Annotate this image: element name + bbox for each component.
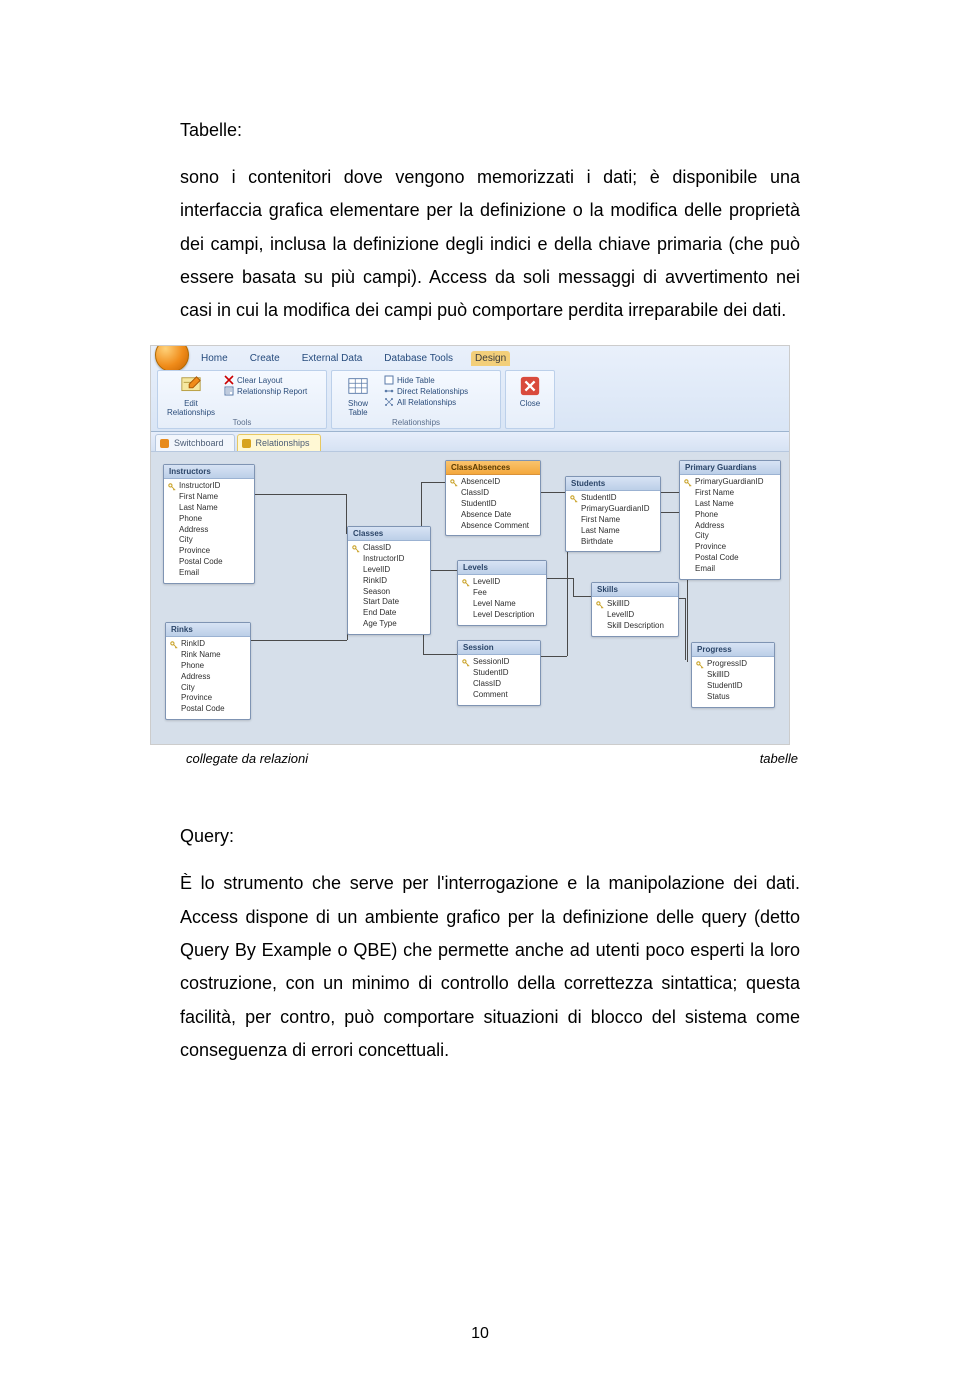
table-classabsences[interactable]: ClassAbsences AbsenceIDClassIDStudentIDA… xyxy=(445,460,541,536)
table-skills[interactable]: Skills SkillIDLevelIDSkill Description xyxy=(591,582,679,636)
doctab-relationships[interactable]: Relationships xyxy=(237,434,321,451)
section-query-title: Query: xyxy=(180,826,800,847)
ribbon-group-relationships-label: Relationships xyxy=(332,417,500,429)
relationship-report-icon xyxy=(224,386,234,396)
caption-collegate: collegate da relazioni xyxy=(180,751,308,766)
table-students-fields: StudentIDPrimaryGuardianIDFirst NameLast… xyxy=(566,491,660,551)
ribbon-tabs: Home Create External Data Database Tools… xyxy=(197,348,789,368)
ribbon-tab-home[interactable]: Home xyxy=(197,351,232,366)
document-tabs: Switchboard Relationships xyxy=(151,432,789,452)
table-rinks-title: Rinks xyxy=(166,623,250,637)
all-relationships-icon xyxy=(384,397,394,407)
table-progress[interactable]: Progress ProgressIDSkillIDStudentIDStatu… xyxy=(691,642,775,707)
ribbon-tab-database-tools[interactable]: Database Tools xyxy=(380,351,457,366)
table-levels[interactable]: Levels LevelIDFeeLevel NameLevel Descrip… xyxy=(457,560,547,625)
ribbon-tab-create[interactable]: Create xyxy=(246,351,284,366)
table-levels-title: Levels xyxy=(458,561,546,575)
clear-layout-icon xyxy=(224,375,234,385)
table-classes[interactable]: Classes ClassIDInstructorIDLevelIDRinkID… xyxy=(347,526,431,634)
ribbon-group-tools-label: Tools xyxy=(158,417,326,429)
table-rinks[interactable]: Rinks RinkIDRink NamePhoneAddressCityPro… xyxy=(165,622,251,720)
all-relationships-button[interactable]: All Relationships xyxy=(384,397,468,407)
office-button[interactable] xyxy=(155,345,189,372)
close-icon xyxy=(519,375,541,397)
ribbon-groups: Edit Relationships Clear Layout Relation… xyxy=(157,370,783,429)
table-students[interactable]: Students StudentIDPrimaryGuardianIDFirst… xyxy=(565,476,661,552)
all-relationships-label: All Relationships xyxy=(397,398,456,407)
paragraph-tabelle: sono i contenitori dove vengono memorizz… xyxy=(180,161,800,327)
show-table-label: Show Table xyxy=(338,399,378,417)
paragraph-query: È lo strumento che serve per l'interroga… xyxy=(180,867,800,1067)
doctab-switchboard[interactable]: Switchboard xyxy=(155,434,235,451)
relationship-report-label: Relationship Report xyxy=(237,387,307,396)
table-progress-title: Progress xyxy=(692,643,774,657)
table-skills-fields: SkillIDLevelIDSkill Description xyxy=(592,597,678,635)
direct-relationships-button[interactable]: Direct Relationships xyxy=(384,386,468,396)
table-session[interactable]: Session SessionIDStudentIDClassIDComment xyxy=(457,640,541,705)
edit-relationships-icon xyxy=(180,375,202,397)
caption-tabelle: tabelle xyxy=(760,751,800,766)
table-rinks-fields: RinkIDRink NamePhoneAddressCityProvinceP… xyxy=(166,637,250,719)
edit-relationships-label: Edit Relationships xyxy=(164,399,218,417)
table-students-title: Students xyxy=(566,477,660,491)
table-classabsences-title: ClassAbsences xyxy=(446,461,540,475)
table-primary-guardians[interactable]: Primary Guardians PrimaryGuardianIDFirst… xyxy=(679,460,781,579)
relationships-canvas[interactable]: Instructors InstructorIDFirst NameLast N… xyxy=(151,452,789,744)
page-number: 10 xyxy=(0,1325,960,1343)
table-levels-fields: LevelIDFeeLevel NameLevel Description xyxy=(458,575,546,624)
table-progress-fields: ProgressIDSkillIDStudentIDStatus xyxy=(692,657,774,706)
show-table-icon xyxy=(347,375,369,397)
table-instructors-fields: InstructorIDFirst NameLast NamePhoneAddr… xyxy=(164,479,254,582)
relationship-report-button[interactable]: Relationship Report xyxy=(224,386,307,396)
direct-relationships-label: Direct Relationships xyxy=(397,387,468,396)
ribbon-group-close: Close xyxy=(505,370,555,429)
show-table-button[interactable]: Show Table xyxy=(338,375,378,417)
table-skills-title: Skills xyxy=(592,583,678,597)
table-primary-guardians-fields: PrimaryGuardianIDFirst NameLast NamePhon… xyxy=(680,475,780,578)
clear-layout-button[interactable]: Clear Layout xyxy=(224,375,307,385)
ribbon: Home Create External Data Database Tools… xyxy=(151,346,789,432)
close-label: Close xyxy=(520,399,540,408)
clear-layout-label: Clear Layout xyxy=(237,376,282,385)
edit-relationships-button[interactable]: Edit Relationships xyxy=(164,375,218,417)
table-classes-fields: ClassIDInstructorIDLevelIDRinkIDSeasonSt… xyxy=(348,541,430,633)
table-session-title: Session xyxy=(458,641,540,655)
section-tabelle-title: Tabelle: xyxy=(180,120,800,141)
figure-caption: collegate da relazioni tabelle xyxy=(180,751,800,766)
table-session-fields: SessionIDStudentIDClassIDComment xyxy=(458,655,540,704)
ribbon-group-close-label xyxy=(506,416,554,428)
ribbon-tab-external-data[interactable]: External Data xyxy=(298,351,367,366)
table-classabsences-fields: AbsenceIDClassIDStudentIDAbsence DateAbs… xyxy=(446,475,540,535)
hide-table-button[interactable]: Hide Table xyxy=(384,375,468,385)
ribbon-tab-design[interactable]: Design xyxy=(471,351,510,366)
table-classes-title: Classes xyxy=(348,527,430,541)
close-button[interactable]: Close xyxy=(519,375,541,408)
table-instructors[interactable]: Instructors InstructorIDFirst NameLast N… xyxy=(163,464,255,583)
hide-table-icon xyxy=(384,375,394,385)
table-primary-guardians-title: Primary Guardians xyxy=(680,461,780,475)
ribbon-group-tools: Edit Relationships Clear Layout Relation… xyxy=(157,370,327,429)
table-instructors-title: Instructors xyxy=(164,465,254,479)
direct-relationships-icon xyxy=(384,386,394,396)
ribbon-group-relationships: Show Table Hide Table Direct Relationshi… xyxy=(331,370,501,429)
hide-table-label: Hide Table xyxy=(397,376,435,385)
figure-access-relationships: Home Create External Data Database Tools… xyxy=(150,345,790,745)
